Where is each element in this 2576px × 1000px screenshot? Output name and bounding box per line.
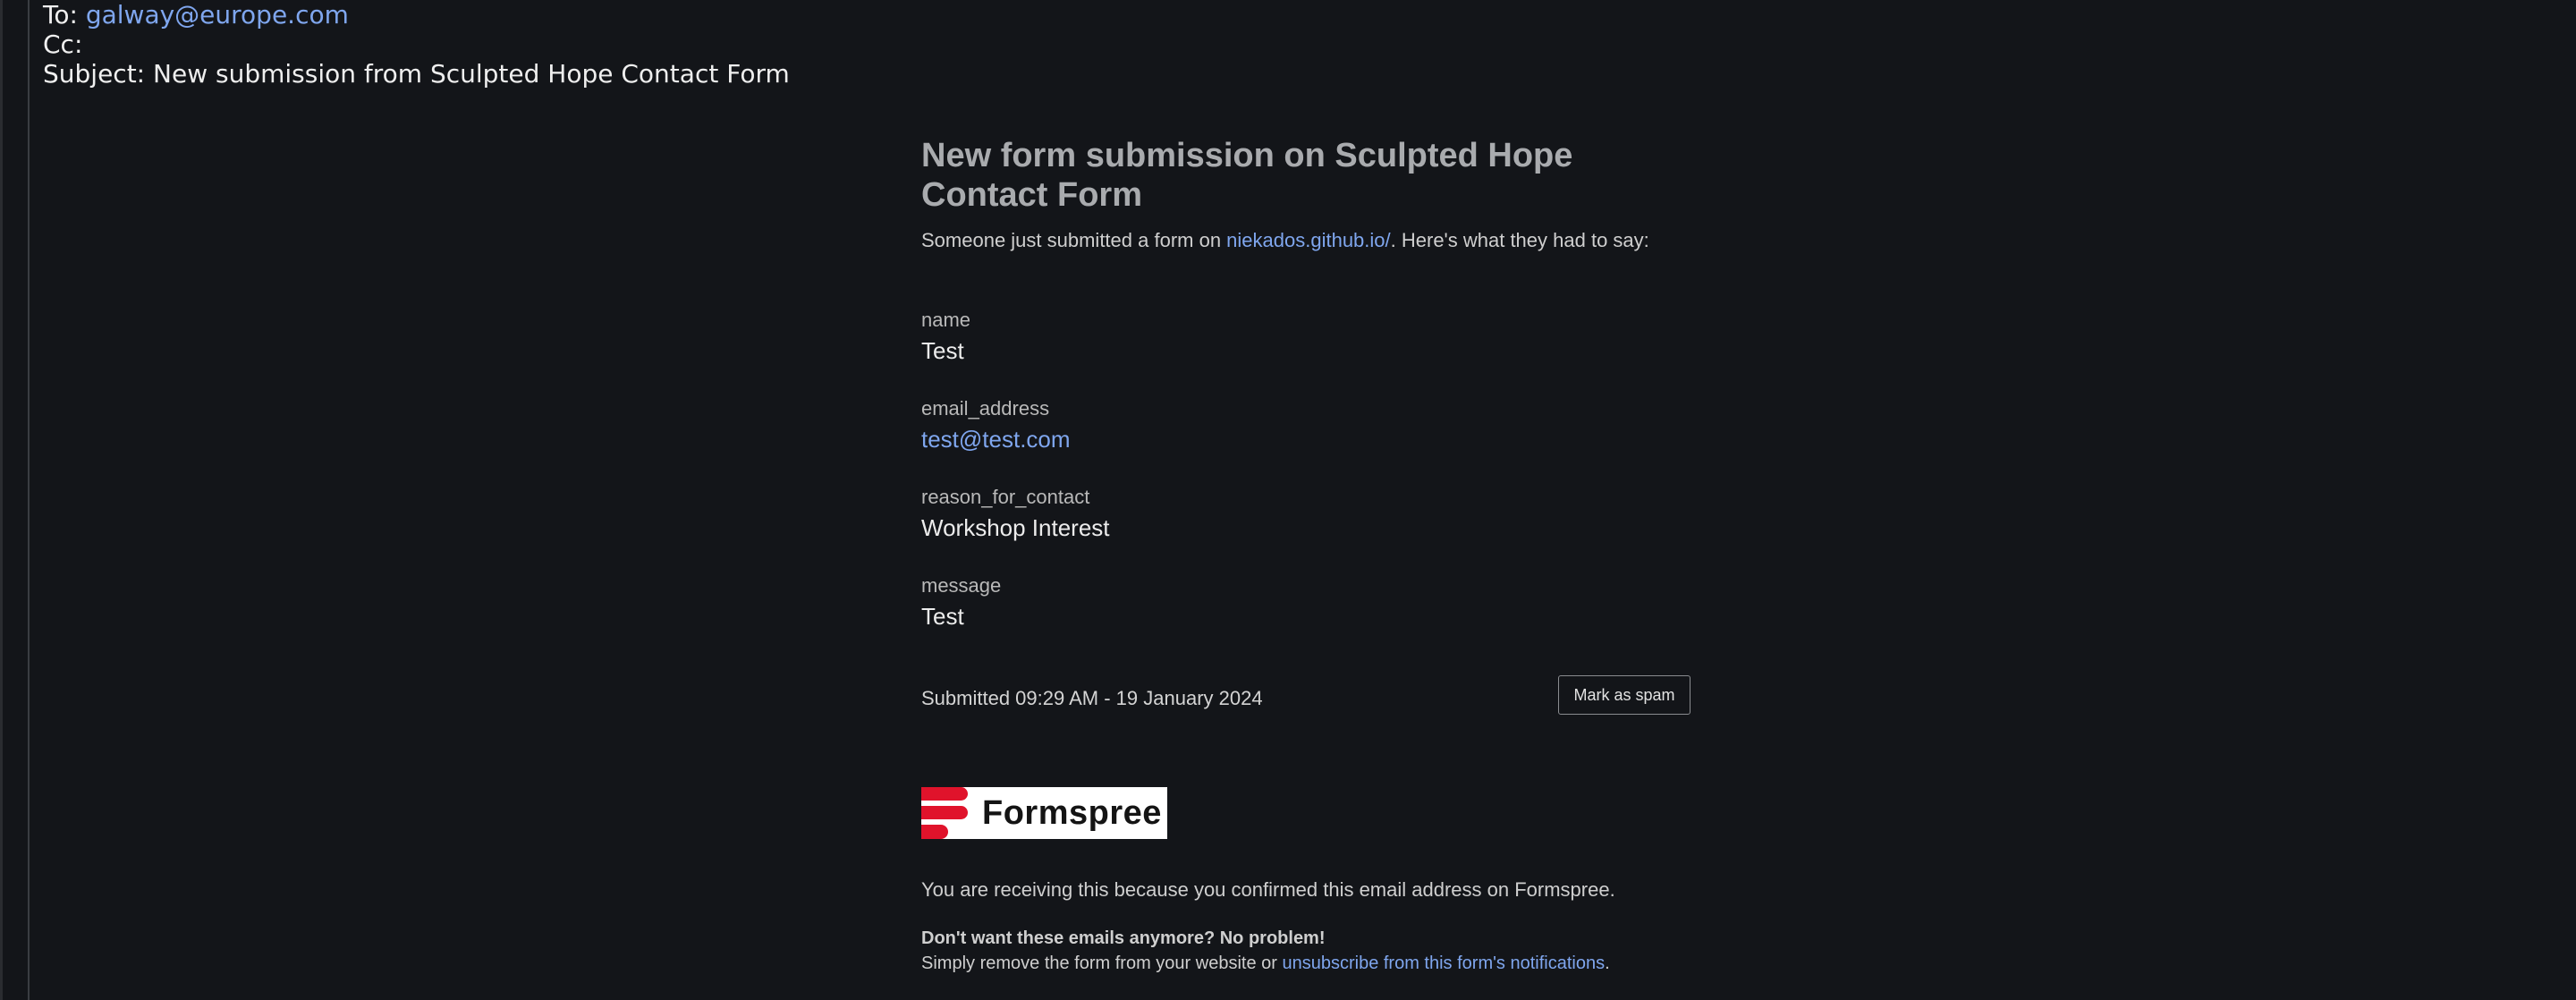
submitted-timestamp: Submitted 09:29 AM - 19 January 2024 (921, 687, 1263, 709)
intro-prefix: Someone just submitted a form on (921, 229, 1227, 251)
unsubscribe-link[interactable]: unsubscribe from this form's notificatio… (1282, 953, 1605, 973)
unsubscribe-heading: Don't want these emails anymore? No prob… (921, 928, 1326, 948)
to-address-link[interactable]: galway@europe.com (86, 0, 349, 30)
field-label: reason_for_contact (921, 486, 1090, 508)
email-header: To: galway@europe.com Cc: Subject: New s… (43, 0, 790, 89)
intro-text: Someone just submitted a form on niekado… (921, 229, 1649, 252)
formspree-logo: Formspree (921, 787, 1167, 839)
quote-divider (28, 0, 30, 1000)
field-name: name Test (921, 309, 970, 366)
cc-row: Cc: (43, 30, 790, 59)
formspree-logo-icon (921, 787, 968, 839)
mark-as-spam-button[interactable]: Mark as spam (1558, 675, 1690, 715)
to-row: To: galway@europe.com (43, 0, 790, 30)
field-label: message (921, 574, 1002, 597)
field-label: name (921, 309, 971, 331)
email-value-link[interactable]: test@test.com (921, 426, 1071, 453)
field-reason-for-contact: reason_for_contact Workshop Interest (921, 486, 1110, 543)
unsubscribe-suffix: . (1605, 953, 1610, 973)
subject-label: Subject: (43, 59, 146, 89)
receiving-notice: You are receiving this because you confi… (921, 878, 1615, 901)
unsubscribe-text: Simply remove the form from your website… (921, 953, 1610, 974)
field-value: Test (921, 603, 964, 630)
window-left-edge (0, 0, 3, 1000)
unsubscribe-prefix: Simply remove the form from your website… (921, 953, 1283, 973)
submission-title: New form submission on Sculpted Hope Con… (921, 137, 1573, 214)
subject-text: New submission from Sculpted Hope Contac… (153, 59, 790, 89)
formspree-logo-text: Formspree (982, 793, 1162, 832)
subject-row: Subject: New submission from Sculpted Ho… (43, 59, 790, 89)
field-value: Workshop Interest (921, 514, 1110, 541)
field-email-address: email_address test@test.com (921, 397, 1071, 454)
cc-label: Cc: (43, 30, 83, 59)
field-message: message Test (921, 574, 1001, 631)
email-body: New form submission on Sculpted Hope Con… (921, 136, 1690, 973)
field-label: email_address (921, 397, 1050, 419)
to-label: To: (43, 0, 78, 30)
site-link[interactable]: niekados.github.io/ (1226, 229, 1390, 251)
field-value: Test (921, 337, 964, 364)
intro-suffix: . Here's what they had to say: (1390, 229, 1649, 251)
